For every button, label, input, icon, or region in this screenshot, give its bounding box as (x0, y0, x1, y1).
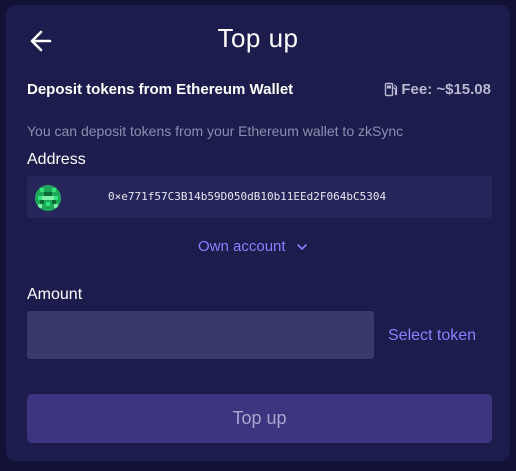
own-account-label: Own account (198, 238, 286, 255)
deposit-description: You can deposit tokens from your Ethereu… (27, 123, 404, 139)
top-up-button[interactable]: Top up (27, 394, 492, 443)
chevron-down-icon (296, 243, 307, 250)
fuel-pump-icon (385, 82, 398, 97)
deposit-heading: Deposit tokens from Ethereum Wallet (27, 81, 294, 98)
amount-label: Amount (27, 286, 83, 303)
address-label: Address (27, 151, 86, 168)
page-title: Top up (217, 23, 299, 53)
amount-input[interactable] (27, 311, 374, 359)
fee-text: Fee: ~$15.08 (401, 81, 491, 98)
address-field[interactable]: 0×e771f57C3B14b59D050dB10b11EEd2F064bC53… (27, 176, 492, 218)
fee-indicator: Fee: ~$15.08 (384, 81, 491, 98)
top-up-card (6, 5, 510, 461)
app-window: Top up Deposit tokens from Ethereum Wall… (0, 0, 516, 471)
select-token-link[interactable]: Select token (388, 327, 476, 345)
address-value: 0×e771f57C3B14b59D050dB10b11EEd2F064bC53… (108, 190, 387, 203)
identicon-avatar (35, 185, 61, 211)
own-account-dropdown[interactable]: Own account (198, 238, 308, 255)
